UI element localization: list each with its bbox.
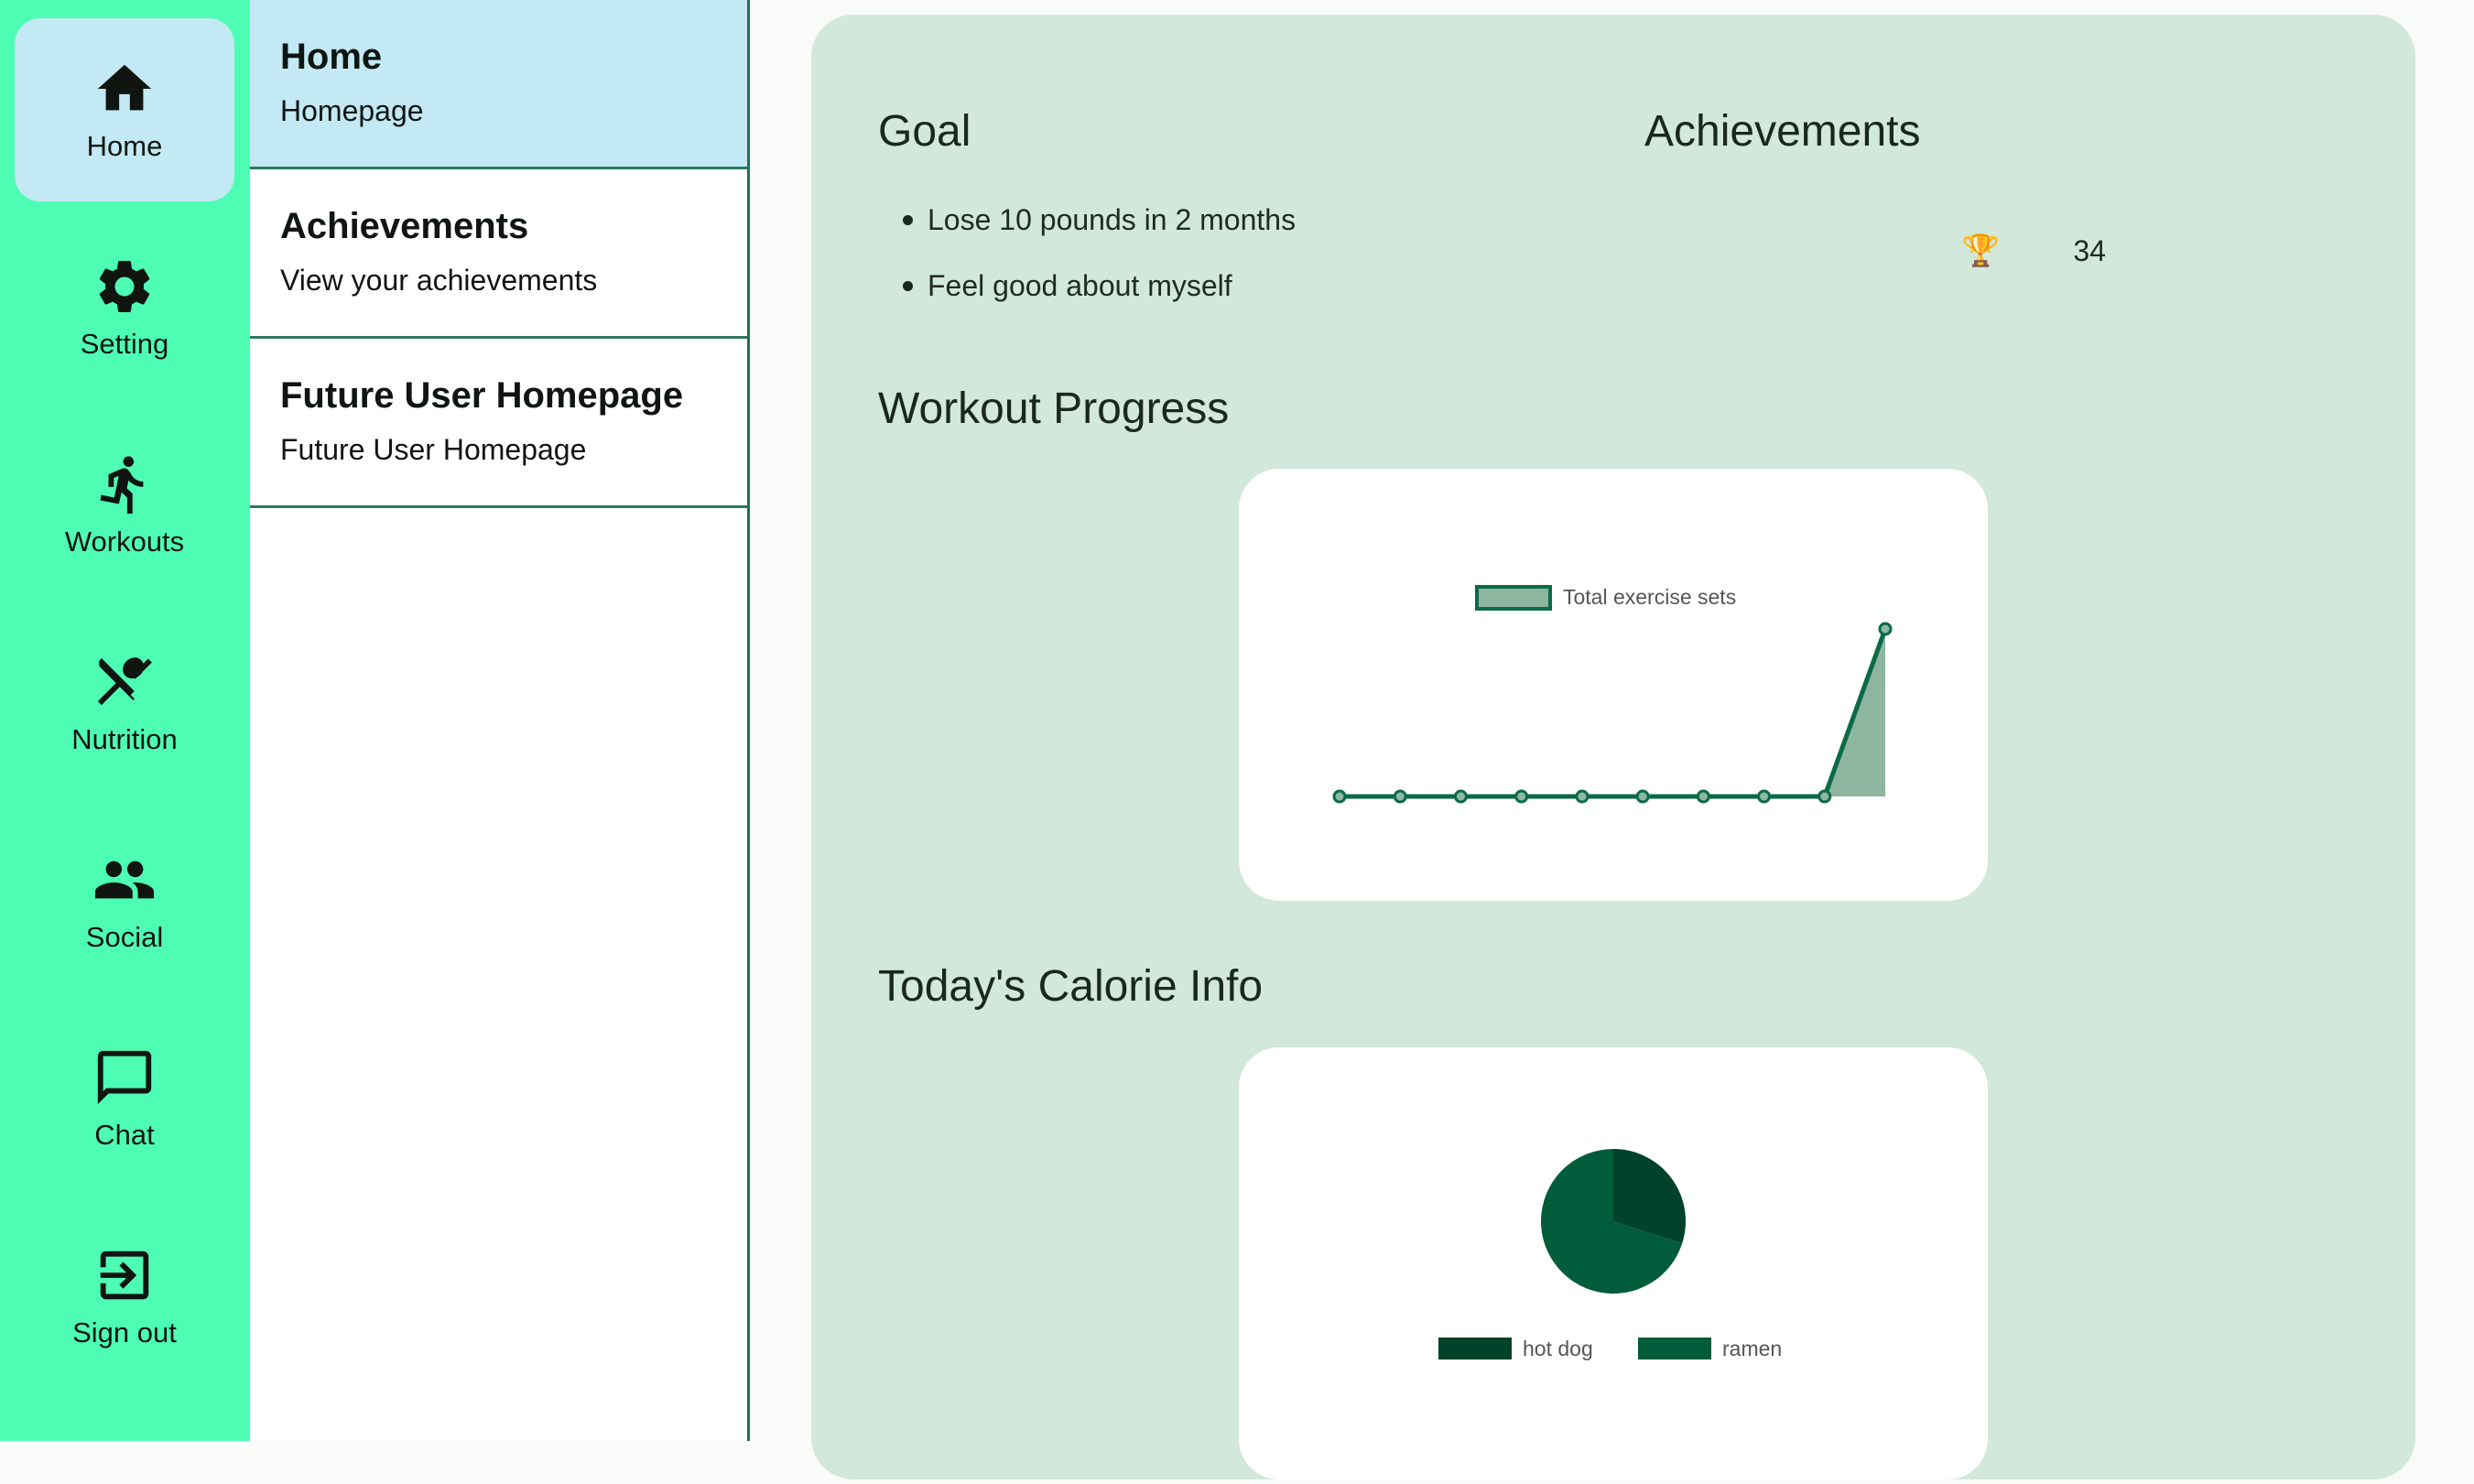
running-icon	[100, 456, 144, 515]
dashboard-card: Goal Lose 10 pounds in 2 months Feel goo…	[811, 15, 2415, 1479]
data-point	[1332, 789, 1347, 804]
data-point	[1453, 789, 1468, 804]
rail-item-setting[interactable]: Setting	[15, 216, 234, 399]
rail-label: Social	[85, 921, 164, 953]
home-icon	[97, 64, 152, 111]
subnav-subtitle: Future User Homepage	[280, 433, 587, 466]
calorie-chart-card: hot dog ramen	[1239, 1047, 1988, 1479]
legend-label: Total exercise sets	[1563, 585, 1736, 609]
subnav-subtitle: Homepage	[280, 94, 424, 127]
rail-item-workouts[interactable]: Workouts	[15, 414, 234, 597]
subnav-item-future-user-homepage[interactable]: Future User Homepage Future User Homepag…	[250, 339, 747, 508]
goal-item: Feel good about myself	[903, 253, 1296, 319]
data-point	[1818, 789, 1832, 804]
legend-swatch	[1475, 585, 1552, 611]
rail-label: Sign out	[72, 1316, 177, 1349]
workout-chart-card: Total exercise sets	[1239, 469, 1988, 901]
trophy-icon: 🏆	[1961, 233, 2001, 268]
calorie-pie-chart: hot dog ramen	[1438, 1149, 1782, 1360]
legend-swatch	[1438, 1338, 1512, 1359]
rail-label: Chat	[94, 1119, 155, 1151]
legend-label: ramen	[1722, 1337, 1782, 1360]
rail-label: Home	[86, 130, 163, 162]
subnav-title: Home	[280, 37, 383, 77]
subnav-title: Future User Homepage	[280, 375, 684, 416]
achievement-row: 🏆 34	[1961, 233, 2106, 269]
subnav-item-achievements[interactable]: Achievements View your achievements	[250, 169, 747, 339]
nav-rail: Home Setting Workouts Nutrition Social C…	[0, 0, 250, 1441]
data-point	[1696, 789, 1710, 804]
rail-item-home[interactable]: Home	[15, 18, 234, 201]
goal-item: Lose 10 pounds in 2 months	[903, 187, 1296, 253]
secondary-nav: Home Homepage Achievements View your ach…	[250, 0, 750, 1441]
legend-label: hot dog	[1523, 1337, 1593, 1360]
subnav-title: Achievements	[280, 206, 529, 246]
rail-item-social[interactable]: Social	[15, 809, 234, 992]
data-point	[1635, 789, 1650, 804]
series-line	[1340, 628, 1888, 799]
data-point	[1393, 789, 1407, 804]
gear-icon	[99, 261, 150, 312]
rail-label: Setting	[80, 328, 169, 360]
achievements-title: Achievements	[1644, 107, 1921, 156]
utensils-icon	[97, 657, 152, 706]
calorie-info-title: Today's Calorie Info	[878, 962, 1264, 1011]
rail-label: Workouts	[64, 525, 185, 558]
rail-item-nutrition[interactable]: Nutrition	[15, 612, 234, 795]
data-point	[1575, 789, 1590, 804]
exit-icon	[100, 1251, 149, 1300]
goal-title: Goal	[878, 107, 971, 156]
goal-list: Lose 10 pounds in 2 months Feel good abo…	[903, 187, 1296, 319]
rail-item-chat[interactable]: Chat	[15, 1007, 234, 1190]
data-point	[1878, 622, 1893, 636]
achievement-count: 34	[2073, 233, 2106, 267]
workout-progress-title: Workout Progress	[878, 385, 1230, 433]
subnav-item-home[interactable]: Home Homepage	[250, 0, 747, 169]
series-area	[1340, 629, 1885, 796]
chat-icon	[97, 1050, 152, 1105]
data-point	[1757, 789, 1772, 804]
people-icon	[94, 861, 155, 899]
workout-progress-chart: Total exercise sets	[1332, 585, 1893, 804]
subnav-subtitle: View your achievements	[280, 264, 598, 297]
data-point	[1514, 789, 1529, 804]
rail-item-sign-out[interactable]: Sign out	[15, 1205, 234, 1388]
rail-label: Nutrition	[71, 723, 178, 755]
legend-swatch	[1638, 1338, 1711, 1359]
